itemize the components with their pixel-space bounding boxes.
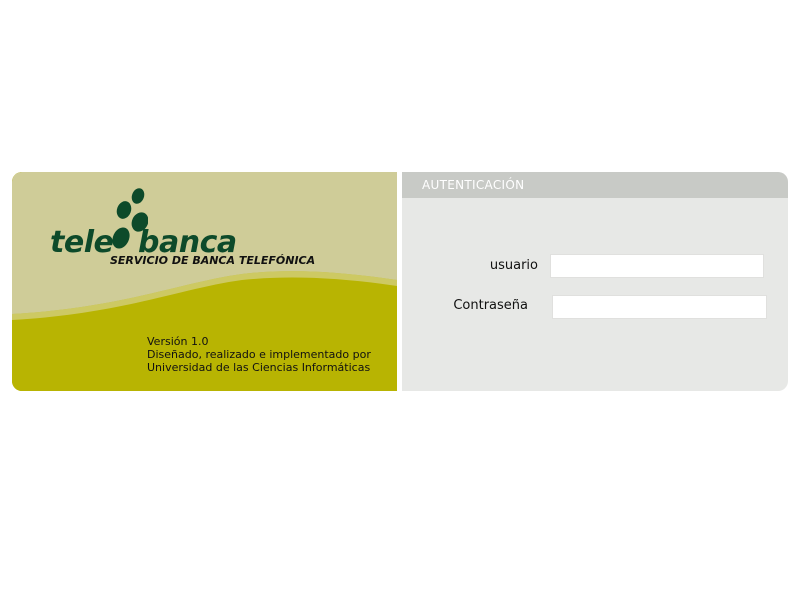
username-label: usuario (489, 258, 538, 273)
credits-block: Versión 1.0 Diseñado, realizado e implem… (147, 335, 371, 374)
brand-panel: tele banca SERVICIO DE BANCA TELEFÓNICA … (12, 172, 397, 391)
password-input[interactable] (552, 295, 767, 319)
auth-header: AUTENTICACIÓN (402, 172, 788, 198)
password-label: Contraseña (453, 298, 528, 313)
version-text: Versión 1.0 (147, 335, 209, 348)
logo-text-tele: tele (50, 225, 114, 260)
brand-tagline: SERVICIO DE BANCA TELEFÓNICA (110, 254, 316, 267)
login-card: tele banca SERVICIO DE BANCA TELEFÓNICA … (12, 172, 788, 391)
credits-line-1: Diseñado, realizado e implementado por (147, 348, 371, 361)
credits-line-2: Universidad de las Ciencias Informáticas (147, 361, 371, 374)
auth-panel: AUTENTICACIÓN usuario Contraseña (402, 172, 788, 391)
username-input[interactable] (550, 254, 764, 278)
